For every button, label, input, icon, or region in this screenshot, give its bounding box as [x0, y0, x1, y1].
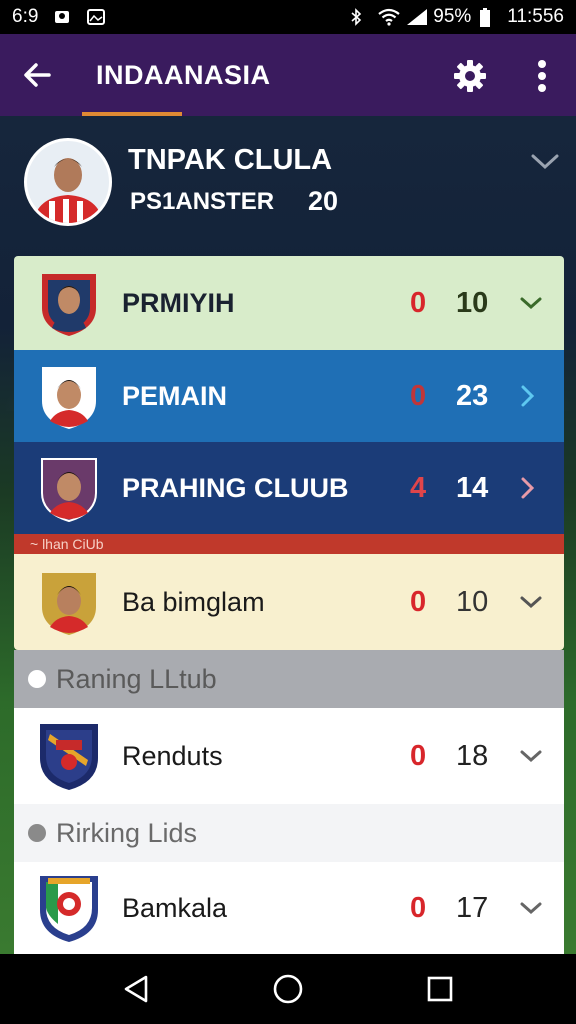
wifi-icon [377, 8, 400, 26]
list-item-label: Ba bimglam [122, 586, 265, 617]
chevron-down-icon [520, 750, 542, 763]
score-left: 0 [410, 739, 427, 772]
score-left: 0 [410, 379, 427, 412]
status-left-text: 6:9 [12, 6, 39, 27]
section-title: Rirking Lids [56, 817, 198, 848]
score-right: 14 [456, 471, 489, 504]
section-header: Raning LLtub [14, 650, 564, 708]
back-button[interactable] [0, 34, 74, 116]
chevron-right-icon [521, 385, 535, 407]
page-title: INDAANASIA [96, 59, 271, 90]
score-right: 23 [456, 379, 489, 412]
score-left: 0 [410, 891, 427, 924]
list-item-label: PEMAIN [122, 380, 228, 411]
status-bar: 6:9 95% 11:556 [0, 0, 576, 34]
list-item-label: PRAHING CLUUB [122, 472, 349, 503]
section-title: Raning LLtub [56, 663, 217, 694]
list-item[interactable]: Bamkala 0 17 [14, 862, 564, 954]
system-nav-bar [0, 954, 576, 1024]
list-item-label: PRMIYIH [122, 287, 235, 318]
profile-name: TNPAK CLULA [128, 144, 333, 176]
list-item[interactable]: PRMIYIH 0 10 [14, 256, 564, 350]
list-item[interactable]: Renduts 0 18 [14, 708, 564, 804]
player-avatar [24, 138, 112, 226]
more-vertical-icon [538, 60, 546, 92]
score-left: 4 [410, 471, 427, 504]
score-right: 18 [456, 739, 489, 772]
score-right: 10 [456, 286, 489, 319]
signal-icon [405, 8, 428, 26]
score-left: 0 [410, 585, 427, 618]
list-item[interactable]: Ba bimglam 0 10 [14, 554, 564, 650]
square-recents-icon [427, 976, 453, 1002]
more-options-button[interactable] [522, 52, 562, 100]
profile-number: 20 [308, 186, 339, 216]
section-header: Rirking Lids [14, 804, 564, 862]
battery-icon [479, 8, 499, 27]
battery-percent: 95% [433, 6, 472, 27]
score-right: 17 [456, 891, 489, 924]
player-badge [38, 268, 100, 338]
chevron-right-icon [521, 477, 535, 499]
player-badge [38, 567, 100, 637]
banner-strip: ~ lhan CiUb [14, 534, 564, 554]
nav-recents-button[interactable] [408, 957, 472, 1021]
banner-text: ~ lhan CiUb [30, 536, 104, 552]
nav-back-button[interactable] [104, 957, 168, 1021]
club-crest [38, 720, 100, 790]
section-dot-icon [28, 824, 46, 842]
image-notification-icon [86, 8, 106, 26]
back-arrow-icon [24, 63, 51, 87]
triangle-back-icon [124, 975, 148, 1003]
profile-subtitle: PS1ANSTER [130, 188, 275, 215]
player-badge [38, 453, 100, 523]
score-right: 10 [456, 585, 489, 618]
list-item[interactable]: PEMAIN 0 23 [14, 350, 564, 442]
profile-header[interactable]: TNPAK CLULA PS1ANSTER 20 [0, 116, 576, 254]
section-dot-icon [28, 670, 46, 688]
chevron-down-icon[interactable] [530, 152, 560, 172]
club-crest [38, 872, 100, 942]
list-item-label: Bamkala [122, 892, 228, 923]
nav-home-button[interactable] [256, 957, 320, 1021]
status-time: 11:556 [507, 6, 564, 27]
settings-button[interactable] [446, 52, 494, 100]
list-item[interactable]: PRAHING CLUUB 4 14 [14, 442, 564, 534]
notification-icon [52, 8, 72, 26]
circle-home-icon [273, 974, 303, 1004]
chevron-down-icon [520, 902, 542, 915]
player-badge [38, 361, 100, 431]
score-left: 0 [410, 286, 427, 319]
list-item-label: Renduts [122, 740, 223, 771]
bluetooth-icon [349, 8, 369, 26]
chevron-down-icon [520, 297, 542, 310]
chevron-down-icon [520, 596, 542, 609]
content-area: TNPAK CLULA PS1ANSTER 20 PRMIYIH 0 10 PE… [0, 116, 576, 954]
gear-icon [454, 60, 486, 92]
